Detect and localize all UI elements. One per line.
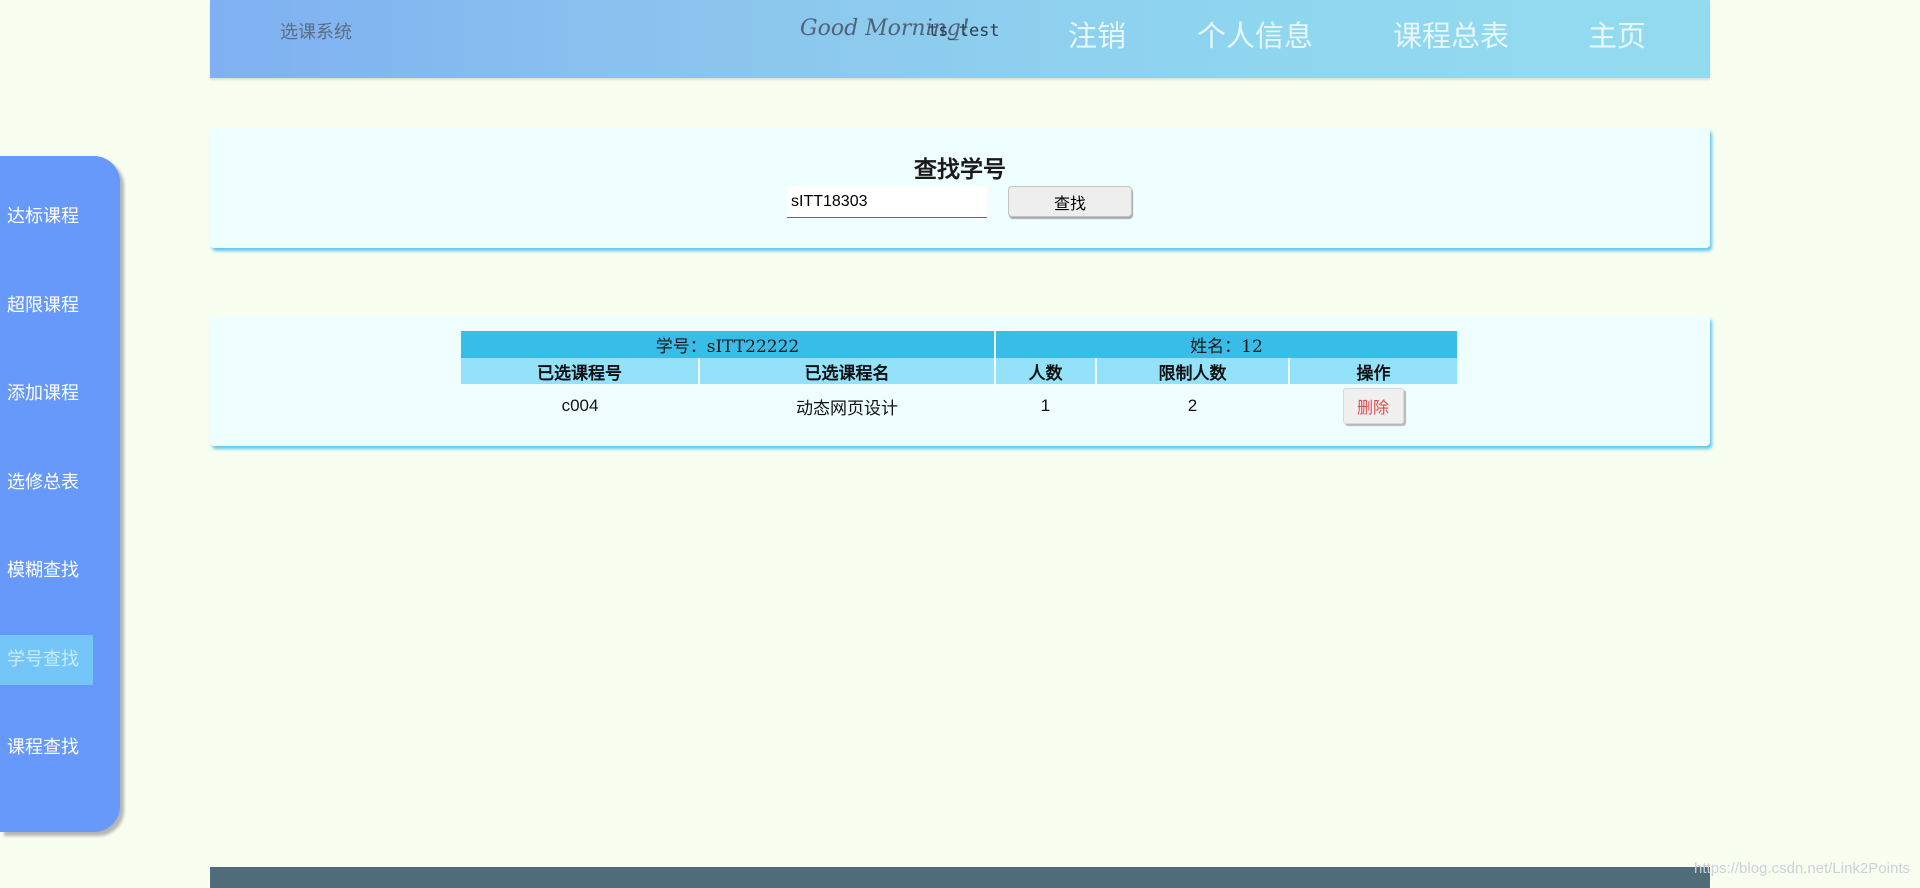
count-cell: 1 <box>1040 396 1051 415</box>
column-header-count: 人数 <box>995 358 1097 384</box>
table-row: c004 动态网页设计 1 2 删除 <box>461 384 1457 428</box>
student-id-input[interactable] <box>787 186 987 218</box>
sidebar-item-course-search[interactable]: 课程查找 <box>0 723 93 773</box>
site-title: 选课系统 <box>280 22 352 43</box>
nav-course-list[interactable]: 课程总表 <box>1393 13 1509 55</box>
student-name-text: 姓名：12 <box>995 331 1457 358</box>
student-id-text: 学号：sITT22222 <box>461 331 996 358</box>
sidebar-item-student-id-search[interactable]: 学号查找 <box>0 635 93 685</box>
nav-logout[interactable]: 注销 <box>1068 13 1126 55</box>
sidebar: 达标课程 超限课程 添加课程 选修总表 模糊查找 学号查找 课程查找 <box>0 156 120 832</box>
watermark-text: https://blog.csdn.net/Link2Points <box>1694 860 1910 877</box>
sidebar-item-elective-summary[interactable]: 选修总表 <box>0 458 93 508</box>
sidebar-item-fuzzy-search[interactable]: 模糊查找 <box>0 546 93 596</box>
search-panel: 查找学号 查找 <box>210 128 1710 248</box>
search-title: 查找学号 <box>914 156 1006 183</box>
delete-button[interactable]: 删除 <box>1342 388 1404 424</box>
course-name-cell: 动态网页设计 <box>796 398 898 419</box>
column-header-limit: 限制人数 <box>1096 358 1290 384</box>
column-header-action: 操作 <box>1289 358 1457 384</box>
sidebar-item-over-limit-courses[interactable]: 超限课程 <box>0 281 93 331</box>
action-cell: 删除 <box>1289 384 1457 428</box>
limit-cell: 2 <box>1187 396 1198 415</box>
search-button[interactable]: 查找 <box>1008 186 1132 217</box>
footer-bar <box>210 867 1710 888</box>
nav-home[interactable]: 主页 <box>1588 13 1646 55</box>
column-header-course-name: 已选课程名 <box>699 358 996 384</box>
top-header: 选课系统 Good Morning! ts_test 注销 个人信息 课程总表 … <box>210 0 1710 78</box>
result-panel: 学号：sITT22222 姓名：12 已选课程号 已选课程名 人数 限制人数 操… <box>210 316 1710 446</box>
course-id-cell: c004 <box>561 396 599 415</box>
column-header-course-id: 已选课程号 <box>461 358 700 384</box>
sidebar-item-add-course[interactable]: 添加课程 <box>0 369 93 419</box>
student-info-row: 学号：sITT22222 姓名：12 <box>461 331 1457 358</box>
table-header-row: 已选课程号 已选课程名 人数 限制人数 操作 <box>461 358 1457 384</box>
username-text: ts_test <box>928 21 1000 41</box>
selected-courses-table: 学号：sITT22222 姓名：12 已选课程号 已选课程名 人数 限制人数 操… <box>461 331 1457 428</box>
nav-profile[interactable]: 个人信息 <box>1197 13 1313 55</box>
sidebar-item-qualified-courses[interactable]: 达标课程 <box>0 192 93 242</box>
